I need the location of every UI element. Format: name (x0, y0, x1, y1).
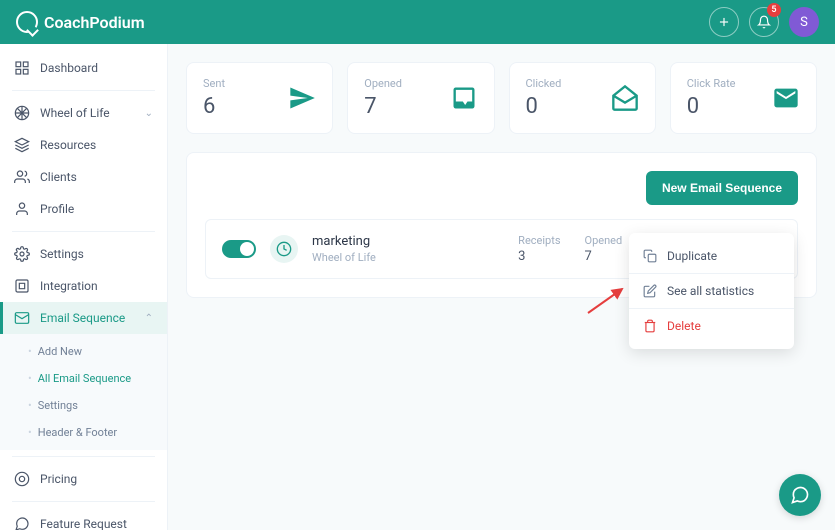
stat-opened: Opened 7 (347, 62, 494, 134)
clients-icon (14, 169, 30, 185)
brand-icon (16, 11, 38, 33)
main-card: New Email Sequence marketing Wheel of Li… (186, 152, 817, 298)
copy-icon (643, 249, 657, 263)
stat-value: 0 (526, 94, 562, 119)
subnav-header-footer[interactable]: Header & Footer (0, 419, 167, 446)
inbox-icon (450, 84, 478, 112)
stat-value: 6 (203, 94, 225, 119)
help-fab[interactable] (779, 474, 821, 516)
sidebar-item-email-sequence[interactable]: Email Sequence ⌃ (0, 302, 167, 334)
gear-icon (14, 246, 30, 262)
sidebar-label: Settings (40, 247, 84, 261)
sidebar-label: Resources (40, 138, 96, 152)
sidebar-label: Profile (40, 202, 74, 216)
dropdown-label: See all statistics (667, 284, 754, 298)
annotation-arrow (586, 285, 626, 315)
dropdown-label: Duplicate (667, 249, 717, 263)
seq-stat-value: 3 (518, 249, 560, 264)
subnav-add-new[interactable]: Add New (0, 338, 167, 365)
sidebar-label: Dashboard (40, 61, 98, 75)
sidebar-item-integration[interactable]: Integration (0, 270, 167, 302)
subnav-settings[interactable]: Settings (0, 392, 167, 419)
sidebar: Dashboard Wheel of Life ⌄ Resources Clie… (0, 44, 168, 530)
dashboard-icon (14, 60, 30, 76)
sidebar-label: Integration (40, 279, 98, 293)
open-envelope-icon (611, 84, 639, 112)
email-icon (14, 310, 30, 326)
stat-sent: Sent 6 (186, 62, 333, 134)
sidebar-item-resources[interactable]: Resources (0, 129, 167, 161)
sidebar-item-settings[interactable]: Settings (0, 238, 167, 270)
sidebar-item-wheel[interactable]: Wheel of Life ⌄ (0, 97, 167, 129)
clock-icon (270, 235, 298, 263)
sequence-toggle[interactable] (222, 240, 256, 258)
options-dropdown: Duplicate See all statistics Delete (629, 233, 794, 349)
stat-label: Opened (364, 77, 402, 90)
seq-stat-value: 7 (585, 249, 623, 264)
notif-count: 5 (767, 3, 781, 17)
stats-icon (643, 284, 657, 298)
sidebar-label: Email Sequence (40, 311, 125, 325)
wheel-icon (14, 105, 30, 121)
stat-label: Sent (203, 77, 225, 90)
sidebar-item-clients[interactable]: Clients (0, 161, 167, 193)
sidebar-label: Feature Request (40, 517, 127, 530)
chevron-down-icon: ⌄ (145, 108, 153, 119)
stat-value: 0 (687, 94, 736, 119)
sidebar-label: Wheel of Life (40, 106, 110, 120)
add-button[interactable] (709, 7, 739, 37)
stat-label: Click Rate (687, 77, 736, 90)
feature-icon (14, 516, 30, 530)
sidebar-item-feature-request[interactable]: Feature Request (0, 508, 167, 530)
dropdown-see-stats[interactable]: See all statistics (629, 274, 794, 308)
dropdown-delete[interactable]: Delete (629, 309, 794, 343)
brand-name: CoachPodium (44, 13, 145, 32)
seq-stat-label: Opened (585, 234, 623, 247)
dropdown-label: Delete (667, 319, 701, 333)
subnav-all-email-sequence[interactable]: All Email Sequence (0, 365, 167, 392)
stat-click-rate: Click Rate 0 (670, 62, 817, 134)
sequence-subtitle: Wheel of Life (312, 251, 504, 264)
sidebar-label: Pricing (40, 472, 77, 486)
avatar[interactable]: S (789, 7, 819, 37)
integration-icon (14, 278, 30, 294)
sidebar-label: Clients (40, 170, 77, 184)
chevron-up-icon: ⌃ (145, 313, 153, 324)
sequence-title: marketing (312, 234, 504, 249)
notifications-button[interactable]: 5 (749, 7, 779, 37)
trash-icon (643, 319, 657, 333)
resources-icon (14, 137, 30, 153)
stat-clicked: Clicked 0 (509, 62, 656, 134)
pricing-icon (14, 471, 30, 487)
send-icon (288, 84, 316, 112)
sidebar-item-profile[interactable]: Profile (0, 193, 167, 225)
stat-value: 7 (364, 94, 402, 119)
dropdown-duplicate[interactable]: Duplicate (629, 239, 794, 273)
stat-label: Clicked (526, 77, 562, 90)
sidebar-item-pricing[interactable]: Pricing (0, 463, 167, 495)
sidebar-item-dashboard[interactable]: Dashboard (0, 52, 167, 84)
new-email-sequence-button[interactable]: New Email Sequence (646, 171, 798, 205)
profile-icon (14, 201, 30, 217)
closed-envelope-icon (772, 84, 800, 112)
seq-stat-label: Receipts (518, 234, 560, 247)
brand[interactable]: CoachPodium (16, 11, 145, 33)
